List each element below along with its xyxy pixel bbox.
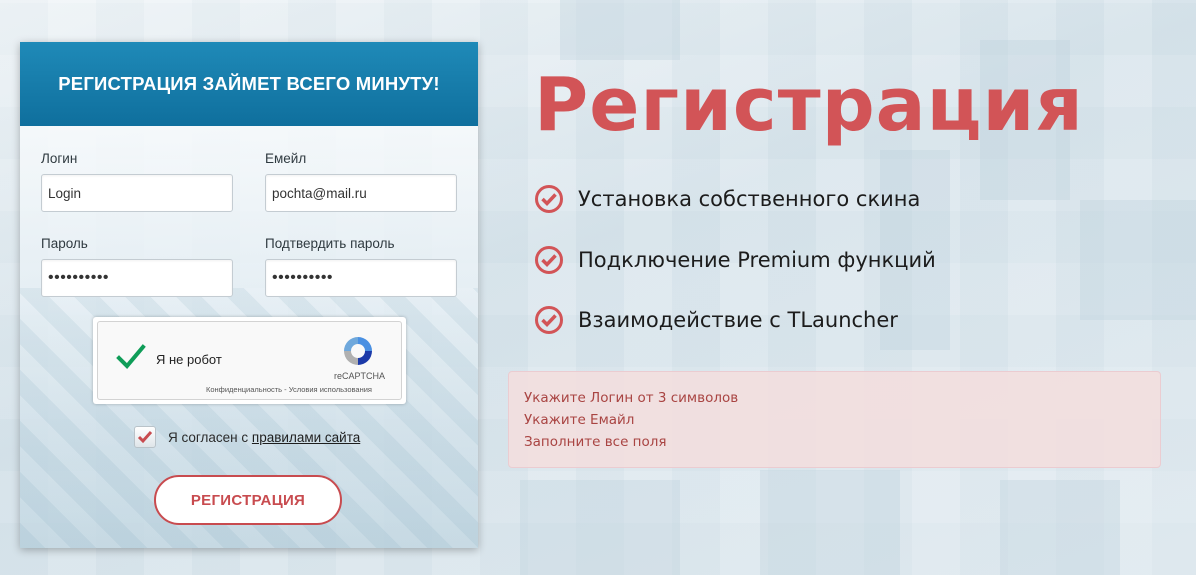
page-title: Регистрация	[534, 62, 1084, 148]
error-message: Укажите Логин от 3 символов	[524, 390, 739, 406]
register-button[interactable]: РЕГИСТРАЦИЯ	[154, 475, 342, 525]
site-rules-link[interactable]: правилами сайта	[252, 430, 360, 445]
email-input[interactable]	[265, 174, 457, 212]
password-label: Пароль	[41, 236, 88, 251]
recaptcha-label: Я не робот	[156, 352, 222, 367]
feature-text: Установка собственного скина	[578, 187, 921, 211]
agree-checkbox[interactable]	[134, 426, 156, 448]
panel-header: РЕГИСТРАЦИЯ ЗАЙМЕТ ВСЕГО МИНУТУ!	[20, 42, 478, 126]
confirm-password-label: Подтвердить пароль	[265, 236, 395, 251]
recaptcha-widget: Я не робот reCAPTCHA Конфиденциальность …	[93, 317, 406, 404]
error-alert: Укажите Логин от 3 символов Укажите Емай…	[508, 371, 1161, 468]
checkmark-icon	[137, 431, 153, 444]
error-message: Заполните все поля	[524, 434, 667, 450]
feature-item: Установка собственного скина	[534, 184, 920, 214]
recaptcha-box: Я не робот reCAPTCHA Конфиденциальность …	[97, 321, 402, 400]
checkmark-circle-icon	[535, 246, 563, 274]
checkmark-circle-icon	[535, 306, 563, 334]
email-label: Емейл	[265, 151, 307, 166]
panel-header-title: РЕГИСТРАЦИЯ ЗАЙМЕТ ВСЕГО МИНУТУ!	[58, 73, 440, 94]
login-label: Логин	[41, 151, 78, 166]
registration-panel: РЕГИСТРАЦИЯ ЗАЙМЕТ ВСЕГО МИНУТУ! Логин Е…	[20, 42, 478, 548]
confirm-password-input[interactable]	[265, 259, 457, 297]
feature-item: Взаимодействие с TLauncher	[534, 305, 898, 335]
feature-text: Подключение Premium функций	[578, 248, 936, 272]
recaptcha-brand: reCAPTCHA	[334, 371, 386, 381]
agree-prefix: Я согласен с	[168, 430, 249, 445]
agree-label: Я согласен с правилами сайта	[168, 430, 360, 445]
feature-text: Взаимодействие с TLauncher	[578, 308, 898, 332]
recaptcha-logo-icon	[344, 337, 372, 365]
recaptcha-links[interactable]: Конфиденциальность - Условия использован…	[206, 385, 372, 394]
login-input[interactable]	[41, 174, 233, 212]
password-input[interactable]	[41, 259, 233, 297]
feature-item: Подключение Premium функций	[534, 245, 936, 275]
error-message: Укажите Емайл	[524, 412, 635, 428]
checkmark-circle-icon	[535, 185, 563, 213]
recaptcha-checkmark-icon[interactable]	[116, 342, 146, 372]
